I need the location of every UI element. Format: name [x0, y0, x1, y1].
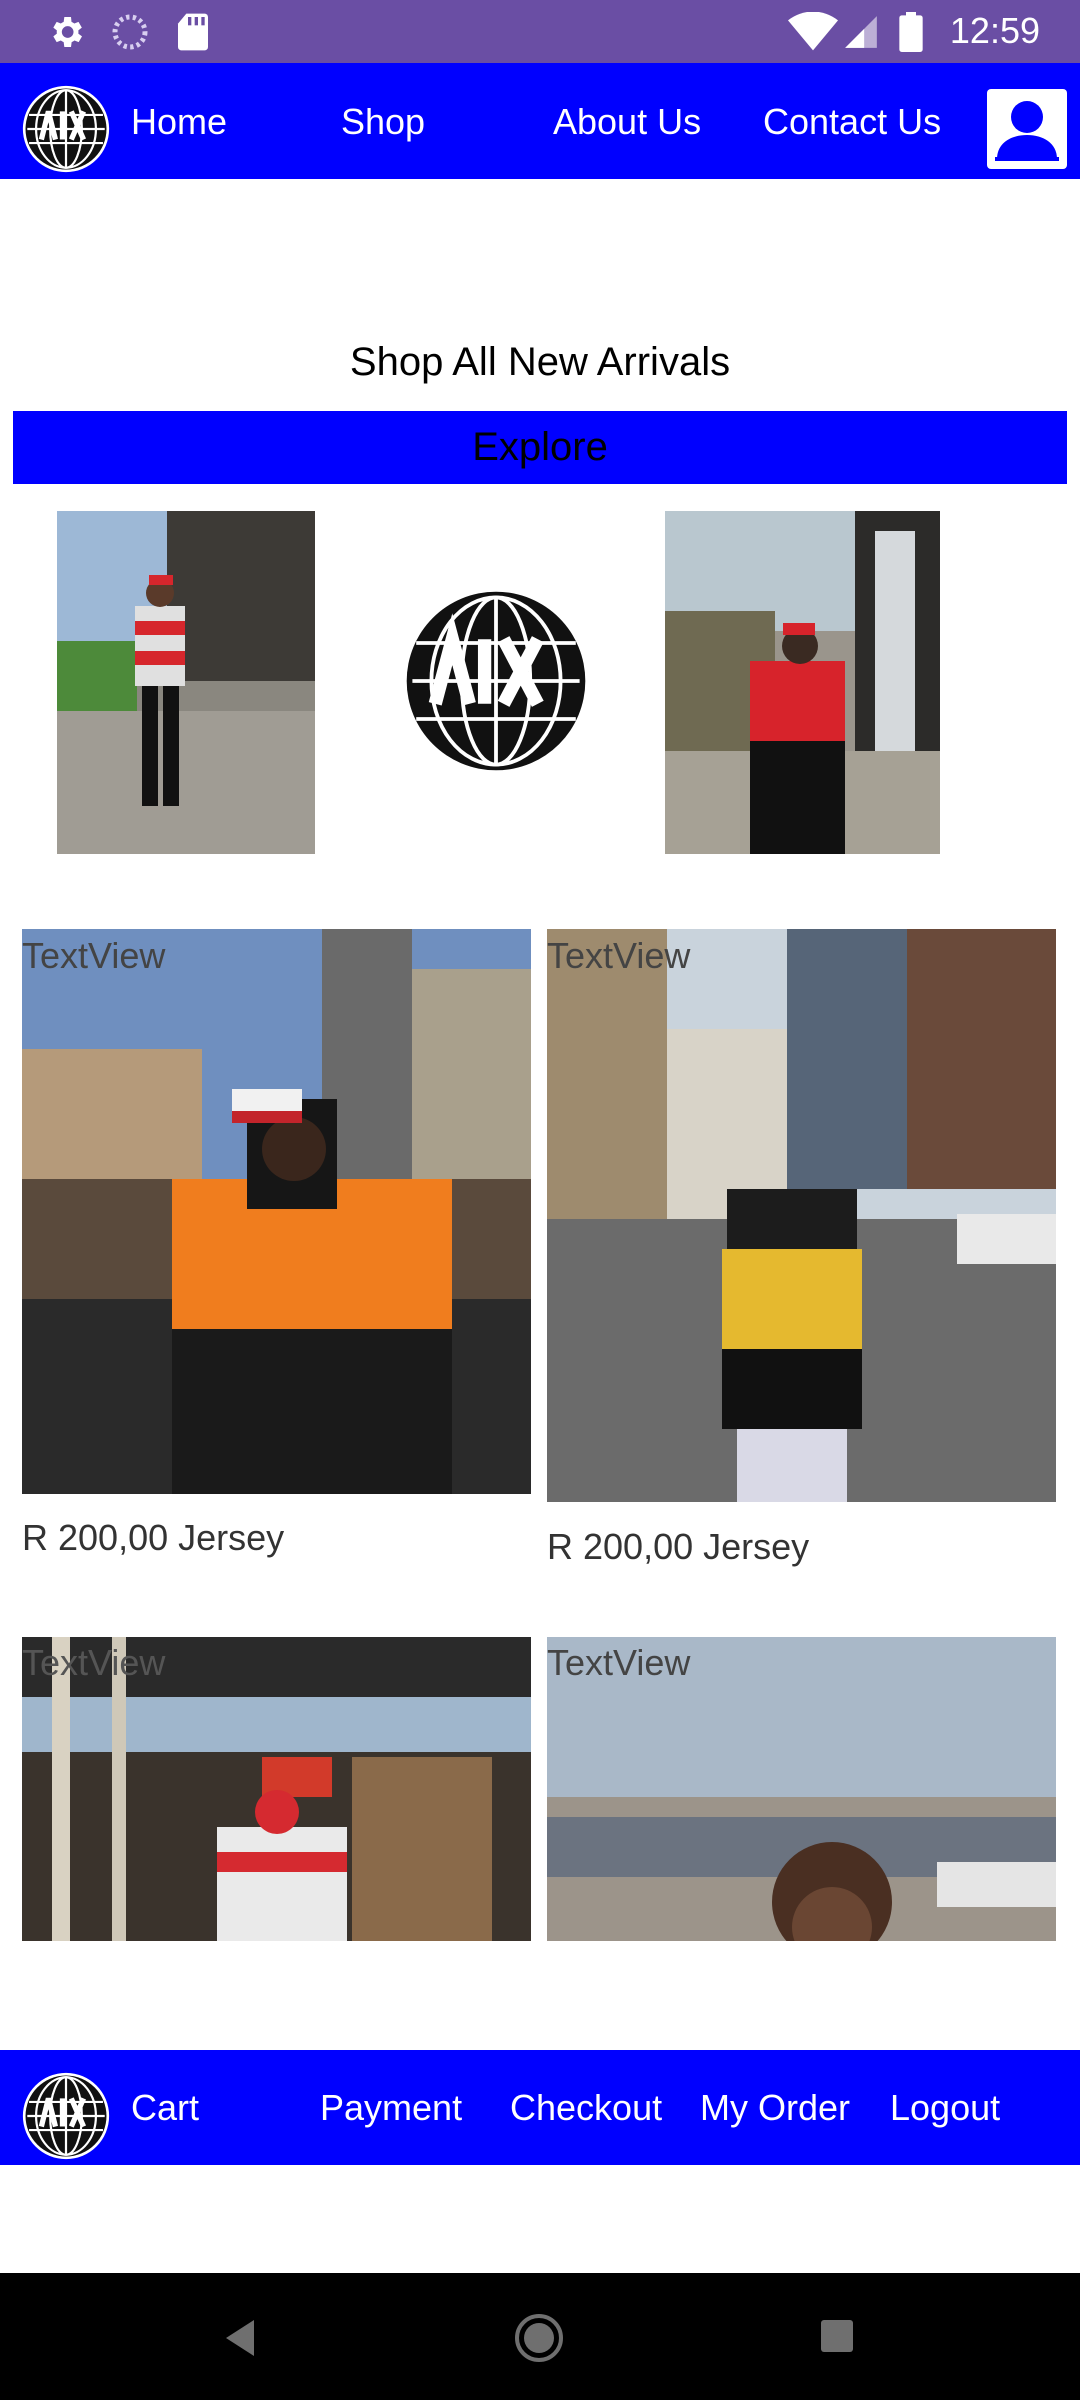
top-nav: Home Shop About Us Contact Us: [0, 63, 1080, 179]
basic-globe-logo[interactable]: [22, 85, 110, 173]
banner-image-right[interactable]: [665, 511, 940, 854]
banner-image-left[interactable]: [57, 511, 315, 854]
profile-icon: [995, 101, 1059, 161]
product-textview-2: TextView: [547, 935, 691, 976]
home-icon[interactable]: [514, 2313, 564, 2363]
signal-icon: [845, 16, 877, 48]
product-image-2[interactable]: [547, 929, 1056, 1502]
product-price-2: R 200,00 Jersey: [547, 1526, 810, 1567]
product-price-1: R 200,00 Jersey: [22, 1517, 285, 1558]
product-textview-4: TextView: [547, 1642, 691, 1683]
bottom-nav: Cart Payment Checkout My Order Logout: [0, 2050, 1080, 2165]
wifi-icon: [788, 12, 838, 51]
sd-card-icon: [178, 13, 208, 51]
basic-globe-logo[interactable]: [22, 2072, 110, 2160]
nav-checkout[interactable]: Checkout: [510, 2087, 662, 2129]
nav-contact-us[interactable]: Contact Us: [763, 101, 941, 143]
nav-logout[interactable]: Logout: [890, 2087, 1000, 2129]
product-image-1[interactable]: [22, 929, 531, 1494]
settings-icon: [53, 17, 82, 47]
product-textview-3: TextView: [22, 1642, 166, 1683]
product-textview-1: TextView: [22, 935, 166, 976]
system-nav-bar: [0, 2273, 1080, 2400]
recents-icon[interactable]: [820, 2319, 854, 2353]
profile-button[interactable]: [987, 89, 1067, 169]
back-icon[interactable]: [222, 2318, 258, 2358]
status-time: 12:59: [949, 10, 1040, 51]
nav-home[interactable]: Home: [131, 101, 227, 143]
status-bar: 12:59: [0, 0, 1080, 63]
nav-shop[interactable]: Shop: [341, 101, 425, 143]
sync-icon: [112, 14, 148, 50]
nav-cart[interactable]: Cart: [131, 2087, 199, 2129]
battery-icon: [899, 12, 923, 52]
nav-about-us[interactable]: About Us: [553, 101, 701, 143]
nav-payment[interactable]: Payment: [320, 2087, 462, 2129]
explore-button[interactable]: Explore: [13, 411, 1067, 484]
page-title: Shop All New Arrivals: [349, 340, 731, 384]
banner-logo: [398, 586, 594, 776]
nav-my-order[interactable]: My Order: [700, 2087, 850, 2129]
